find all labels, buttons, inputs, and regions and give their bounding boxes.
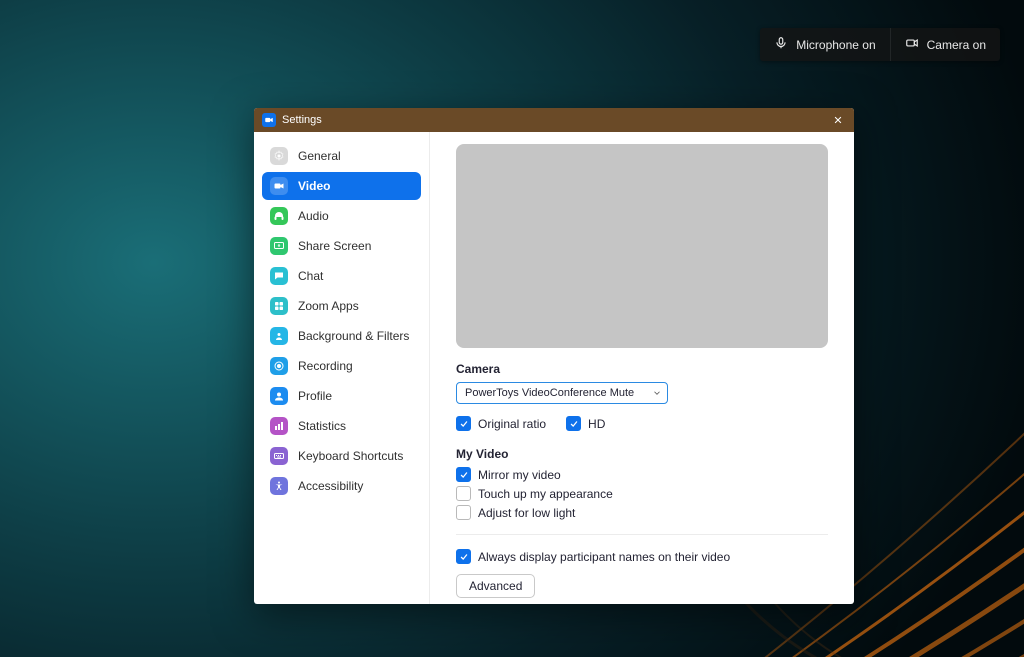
camera-label: Camera on bbox=[927, 38, 986, 52]
microphone-label: Microphone on bbox=[796, 38, 875, 52]
sidebar-item-label: Chat bbox=[298, 269, 323, 283]
sidebar-item-chat[interactable]: Chat bbox=[262, 262, 421, 290]
microphone-icon bbox=[774, 36, 788, 53]
titlebar[interactable]: Settings bbox=[254, 108, 854, 132]
camera-section-label: Camera bbox=[456, 362, 828, 376]
recording-icon bbox=[270, 357, 288, 375]
hd-checkbox[interactable]: HD bbox=[566, 416, 605, 431]
settings-sidebar: General Video Audio Share Screen bbox=[254, 132, 430, 604]
sidebar-item-audio[interactable]: Audio bbox=[262, 202, 421, 230]
sidebar-item-label: Share Screen bbox=[298, 239, 371, 253]
video-preview bbox=[456, 144, 828, 348]
checkbox-label: HD bbox=[588, 417, 605, 431]
sidebar-item-label: Background & Filters bbox=[298, 329, 409, 343]
chat-icon bbox=[270, 267, 288, 285]
settings-window: Settings General Video bbox=[254, 108, 854, 604]
sidebar-item-label: Statistics bbox=[298, 419, 346, 433]
sidebar-item-accessibility[interactable]: Accessibility bbox=[262, 472, 421, 500]
sidebar-item-label: Profile bbox=[298, 389, 332, 403]
profile-icon bbox=[270, 387, 288, 405]
checkbox-icon bbox=[456, 416, 471, 431]
app-icon bbox=[262, 113, 276, 127]
accessibility-icon bbox=[270, 477, 288, 495]
sidebar-item-label: General bbox=[298, 149, 341, 163]
share-screen-icon bbox=[270, 237, 288, 255]
checkbox-label: Mirror my video bbox=[478, 468, 561, 482]
sidebar-item-label: Accessibility bbox=[298, 479, 363, 493]
sidebar-item-keyboard-shortcuts[interactable]: Keyboard Shortcuts bbox=[262, 442, 421, 470]
video-icon bbox=[270, 177, 288, 195]
sidebar-item-label: Keyboard Shortcuts bbox=[298, 449, 403, 463]
sidebar-item-label: Recording bbox=[298, 359, 353, 373]
sidebar-item-label: Video bbox=[298, 179, 330, 193]
mirror-video-checkbox[interactable]: Mirror my video bbox=[456, 467, 828, 482]
sidebar-item-zoom-apps[interactable]: Zoom Apps bbox=[262, 292, 421, 320]
window-title: Settings bbox=[282, 114, 322, 126]
advanced-button[interactable]: Advanced bbox=[456, 574, 535, 598]
sidebar-item-background-filters[interactable]: Background & Filters bbox=[262, 322, 421, 350]
keyboard-icon bbox=[270, 447, 288, 465]
camera-status[interactable]: Camera on bbox=[890, 28, 1000, 61]
divider bbox=[456, 534, 828, 535]
checkbox-icon bbox=[456, 549, 471, 564]
statistics-icon bbox=[270, 417, 288, 435]
sidebar-item-general[interactable]: General bbox=[262, 142, 421, 170]
checkbox-label: Always display participant names on thei… bbox=[478, 550, 730, 564]
microphone-status[interactable]: Microphone on bbox=[760, 28, 889, 61]
checkbox-icon bbox=[566, 416, 581, 431]
sidebar-item-statistics[interactable]: Statistics bbox=[262, 412, 421, 440]
sidebar-item-recording[interactable]: Recording bbox=[262, 352, 421, 380]
sidebar-item-label: Zoom Apps bbox=[298, 299, 359, 313]
headphones-icon bbox=[270, 207, 288, 225]
camera-selected-value: PowerToys VideoConference Mute bbox=[465, 387, 634, 399]
checkbox-icon bbox=[456, 467, 471, 482]
background-icon bbox=[270, 327, 288, 345]
checkbox-label: Original ratio bbox=[478, 417, 546, 431]
gear-icon bbox=[270, 147, 288, 165]
button-label: Advanced bbox=[469, 579, 522, 593]
close-button[interactable] bbox=[830, 112, 846, 128]
camera-icon bbox=[905, 36, 919, 53]
chevron-down-icon bbox=[652, 387, 662, 401]
camera-select[interactable]: PowerToys VideoConference Mute bbox=[456, 382, 668, 404]
my-video-section-label: My Video bbox=[456, 447, 828, 461]
touch-up-checkbox[interactable]: Touch up my appearance bbox=[456, 486, 828, 501]
checkbox-label: Touch up my appearance bbox=[478, 487, 613, 501]
apps-icon bbox=[270, 297, 288, 315]
original-ratio-checkbox[interactable]: Original ratio bbox=[456, 416, 546, 431]
checkbox-icon bbox=[456, 505, 471, 520]
settings-content: Camera PowerToys VideoConference Mute Or… bbox=[430, 132, 854, 604]
low-light-checkbox[interactable]: Adjust for low light bbox=[456, 505, 828, 520]
sidebar-item-video[interactable]: Video bbox=[262, 172, 421, 200]
sidebar-item-profile[interactable]: Profile bbox=[262, 382, 421, 410]
always-display-names-checkbox[interactable]: Always display participant names on thei… bbox=[456, 549, 828, 564]
checkbox-label: Adjust for low light bbox=[478, 506, 575, 520]
sidebar-item-share-screen[interactable]: Share Screen bbox=[262, 232, 421, 260]
checkbox-icon bbox=[456, 486, 471, 501]
sidebar-item-label: Audio bbox=[298, 209, 329, 223]
media-status-overlay: Microphone on Camera on bbox=[760, 28, 1000, 61]
